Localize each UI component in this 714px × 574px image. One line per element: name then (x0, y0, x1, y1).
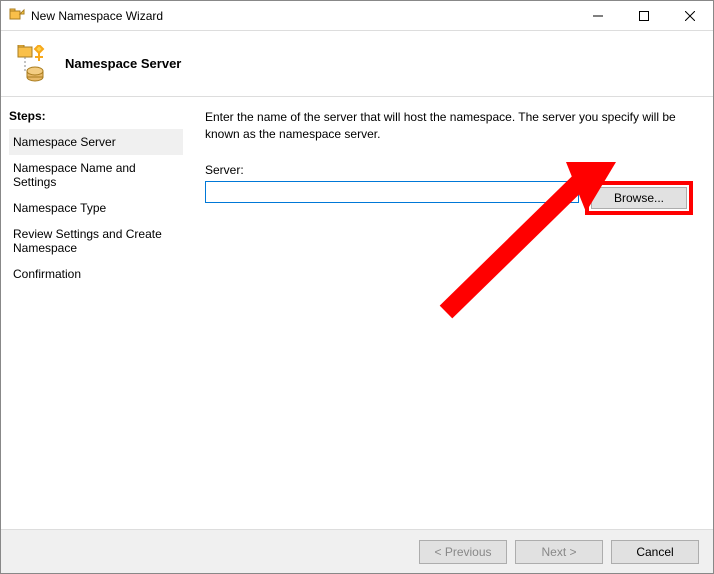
wizard-body: Steps: Namespace Server Namespace Name a… (1, 97, 713, 529)
step-namespace-name-settings[interactable]: Namespace Name and Settings (9, 155, 183, 195)
content-panel: Enter the name of the server that will h… (191, 97, 713, 529)
step-label: Confirmation (13, 267, 81, 281)
cancel-button[interactable]: Cancel (611, 540, 699, 564)
instruction-text: Enter the name of the server that will h… (205, 109, 693, 143)
step-label: Review Settings and Create Namespace (13, 227, 162, 255)
step-label: Namespace Server (13, 135, 116, 149)
titlebar: New Namespace Wizard (1, 1, 713, 31)
steps-sidebar: Steps: Namespace Server Namespace Name a… (1, 97, 191, 529)
wizard-window: New Namespace Wizard Na (0, 0, 714, 574)
minimize-button[interactable] (575, 1, 621, 31)
window-controls (575, 1, 713, 31)
server-row: Browse... (205, 181, 693, 215)
namespace-wizard-icon (15, 45, 53, 83)
maximize-button[interactable] (621, 1, 667, 31)
step-namespace-server[interactable]: Namespace Server (9, 129, 183, 155)
header-panel: Namespace Server (1, 31, 713, 97)
step-label: Namespace Name and Settings (13, 161, 136, 189)
app-icon (9, 8, 25, 24)
step-confirmation[interactable]: Confirmation (9, 261, 183, 287)
footer: < Previous Next > Cancel (1, 529, 713, 573)
previous-button: < Previous (419, 540, 507, 564)
titlebar-title: New Namespace Wizard (31, 9, 575, 23)
server-label: Server: (205, 163, 693, 177)
step-label: Namespace Type (13, 201, 106, 215)
steps-heading: Steps: (9, 109, 183, 123)
page-title: Namespace Server (65, 56, 181, 71)
close-button[interactable] (667, 1, 713, 31)
step-namespace-type[interactable]: Namespace Type (9, 195, 183, 221)
server-input[interactable] (205, 181, 579, 203)
step-review-create[interactable]: Review Settings and Create Namespace (9, 221, 183, 261)
next-button: Next > (515, 540, 603, 564)
annotation-highlight: Browse... (585, 181, 693, 215)
browse-button[interactable]: Browse... (591, 187, 687, 209)
